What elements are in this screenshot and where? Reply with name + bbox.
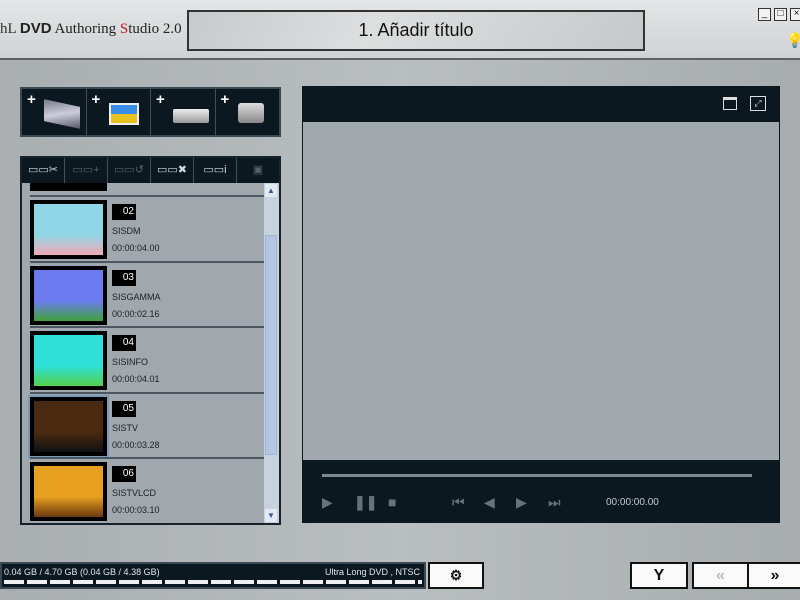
stop-button[interactable]: ■ xyxy=(388,494,396,510)
title-number: 04 xyxy=(112,335,136,351)
list-toolbar: ▭▭✂ ▭▭+ ▭▭↺ ▭▭✖ ▭▭i ▣ xyxy=(22,158,279,183)
film-reel-icon xyxy=(44,99,80,129)
play-button[interactable]: ▶ xyxy=(322,494,333,511)
title-duration: 00:00:04.00 xyxy=(112,243,160,253)
title-list-item[interactable]: 03 SISGAMMA 00:00:02.16 xyxy=(30,260,277,327)
restore-button[interactable]: □ xyxy=(774,8,787,21)
back-button[interactable]: « xyxy=(692,562,749,589)
title-name: SISGAMMA xyxy=(112,291,161,302)
add-media-toolbar: + + + + xyxy=(20,87,281,137)
title-thumbnail xyxy=(30,265,107,325)
lightbulb-help-icon[interactable]: 💡 xyxy=(786,32,800,49)
title-duration: 00:00:04.01 xyxy=(112,374,160,384)
title-duration: 00:00:02.16 xyxy=(112,308,160,319)
title-thumbnail xyxy=(28,394,109,458)
title-list-item[interactable]: 06 SISTVLCD 00:00:03.10 xyxy=(30,457,277,523)
seek-bar[interactable] xyxy=(322,474,752,477)
pause-button[interactable]: ❚❚ xyxy=(354,494,377,511)
title-number: 05 xyxy=(112,400,136,417)
settings-gears-button[interactable]: ⚙ xyxy=(428,562,484,589)
title-number: 06 xyxy=(112,466,136,482)
add-camcorder-button[interactable]: + xyxy=(216,89,280,135)
disc-usage-text: 0.04 GB / 4.70 GB (0.04 GB / 4.38 GB) xyxy=(4,567,160,577)
disc-drive-icon xyxy=(173,109,209,123)
window-mode-icon[interactable] xyxy=(723,97,737,110)
title-thumbnail xyxy=(30,331,107,390)
title-name: SISINFO xyxy=(112,357,149,367)
title-list-item[interactable]: 04 SISINFO 00:00:04.01 xyxy=(30,326,277,392)
playback-time: 00:00:00.00 xyxy=(606,497,659,508)
title-thumbnail xyxy=(30,462,107,521)
gears-icon: ⚙ xyxy=(449,567,463,583)
minimize-button[interactable]: _ xyxy=(758,8,771,21)
delete-clip-button[interactable]: ▭▭✖ xyxy=(151,158,194,183)
title-number: 03 xyxy=(112,269,136,286)
preview-panel: ⤢ ▶ ❚❚ ■ ⏮ ◀ ▶ ⏭ 00:00:00.00 xyxy=(302,86,780,523)
title-name: SISTVLCD xyxy=(112,488,157,498)
scroll-up-arrow[interactable]: ▲ xyxy=(265,184,277,197)
partial-thumbnail xyxy=(30,183,107,191)
tools-button[interactable]: Y xyxy=(630,562,688,589)
add-video-button[interactable]: + xyxy=(22,89,87,135)
skip-start-button[interactable]: ⏮ xyxy=(452,494,465,511)
list-scrollbar[interactable]: ▲ ▼ xyxy=(264,183,279,523)
scroll-down-arrow[interactable]: ▼ xyxy=(265,509,277,522)
split-clip-button[interactable]: ▭▭✂ xyxy=(22,158,65,183)
step-forward-button[interactable]: ▶ xyxy=(516,494,527,511)
disc-usage-bar xyxy=(4,580,422,584)
title-duration: 00:00:03.10 xyxy=(112,505,160,515)
disc-format-text: Ultra Long DVD , NTSC xyxy=(324,567,420,577)
title-thumbnail xyxy=(30,200,107,259)
add-photos-button[interactable]: + xyxy=(87,89,151,135)
title-name: SISTV xyxy=(112,422,139,433)
title-number: 02 xyxy=(112,204,136,220)
app-logo: hL DVD Authoring Studio 2.0 xyxy=(0,20,182,37)
step-back-button[interactable]: ◀ xyxy=(484,494,495,511)
close-button[interactable]: × xyxy=(790,8,800,21)
next-button[interactable]: » xyxy=(747,562,800,589)
scroll-thumb[interactable] xyxy=(265,235,277,455)
skip-end-button[interactable]: ⏭ xyxy=(548,494,561,511)
camcorder-icon xyxy=(237,103,264,123)
disc-usage-status: 0.04 GB / 4.70 GB (0.04 GB / 4.38 GB) Ul… xyxy=(0,562,426,589)
title-duration: 00:00:03.28 xyxy=(112,439,160,450)
clip-info-button[interactable]: ▭▭i xyxy=(194,158,237,183)
rotate-clip-button[interactable]: ▭▭↺ xyxy=(108,158,151,183)
step-title: 1. Añadir título xyxy=(187,10,645,51)
photos-icon xyxy=(108,103,139,125)
effects-button[interactable]: ▣ xyxy=(237,158,279,183)
title-list-item[interactable]: 05 SISTV 00:00:03.28 xyxy=(28,391,277,458)
title-list-item[interactable]: 02 SISDM 00:00:04.00 xyxy=(30,195,277,261)
video-preview xyxy=(303,122,779,460)
fullscreen-icon[interactable]: ⤢ xyxy=(750,96,766,111)
add-disc-button[interactable]: + xyxy=(151,89,216,135)
title-list-panel: ▭▭✂ ▭▭+ ▭▭↺ ▭▭✖ ▭▭i ▣ 02 SISDM 00:00:04.… xyxy=(20,156,281,525)
merge-clip-button[interactable]: ▭▭+ xyxy=(65,158,108,183)
title-name: SISDM xyxy=(112,226,141,236)
